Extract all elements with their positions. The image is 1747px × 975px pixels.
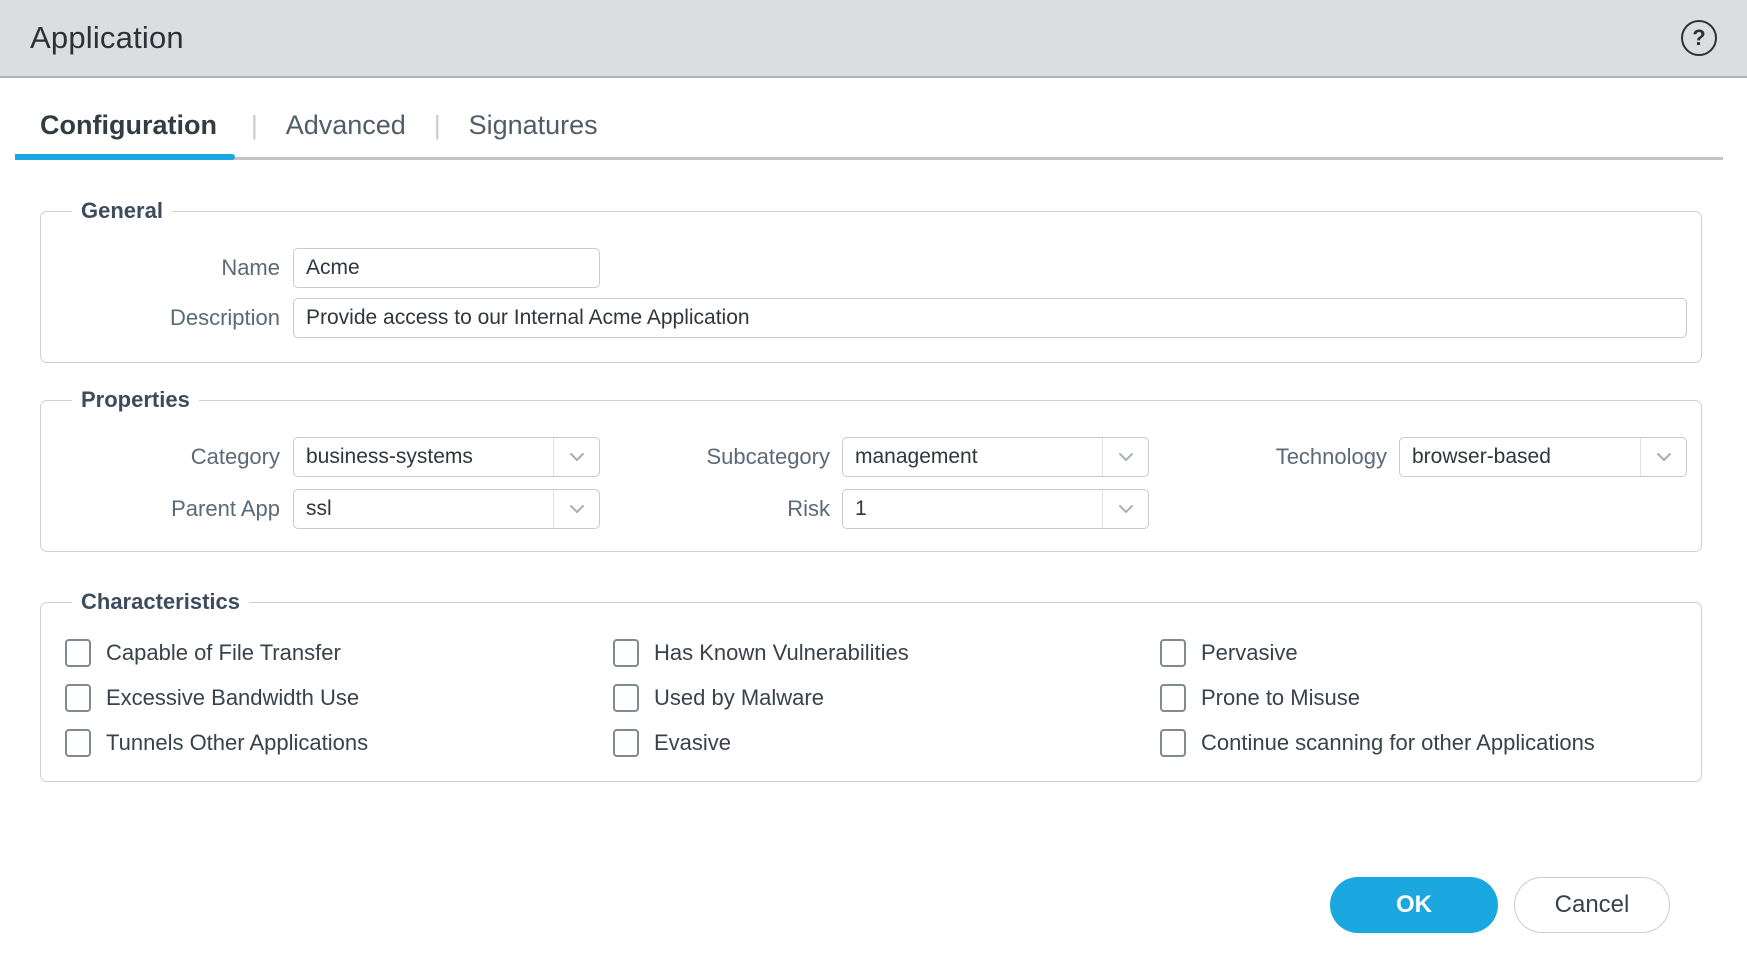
parent-app-select[interactable]: ssl [293,489,600,529]
checkbox-input[interactable] [65,639,91,667]
tab-advanced[interactable]: Advanced [278,110,414,141]
tab-bar: Configuration | Advanced | Signatures [15,78,1723,160]
general-legend: General [72,198,172,224]
technology-label: Technology [1149,444,1387,470]
checkbox-excessive-bandwidth-use[interactable]: Excessive Bandwidth Use [65,684,613,712]
cancel-button[interactable]: Cancel [1514,877,1670,933]
subcategory-label: Subcategory [600,444,830,470]
properties-section: Properties Category business-systems Sub… [40,387,1702,552]
checkbox-has-known-vulnerabilities[interactable]: Has Known Vulnerabilities [613,639,1160,667]
checkbox-evasive[interactable]: Evasive [613,729,1160,757]
subcategory-select[interactable]: management [842,437,1149,477]
chevron-down-icon [553,490,599,528]
technology-select[interactable]: browser-based [1399,437,1687,477]
checkbox-pervasive[interactable]: Pervasive [1160,639,1687,667]
checkbox-used-by-malware[interactable]: Used by Malware [613,684,1160,712]
category-value: business-systems [294,445,553,469]
name-label: Name [61,255,280,281]
description-label: Description [61,305,280,331]
checkbox-input[interactable] [613,684,639,712]
characteristics-legend: Characteristics [72,589,249,615]
risk-value: 1 [843,497,1102,521]
tab-configuration[interactable]: Configuration [15,110,231,141]
tab-separator: | [434,110,441,141]
tab-separator: | [251,110,258,141]
parent-app-value: ssl [294,497,553,521]
checkbox-input[interactable] [65,684,91,712]
characteristics-section: Characteristics Capable of File Transfer… [40,589,1702,782]
chevron-down-icon [553,438,599,476]
tab-signatures[interactable]: Signatures [461,110,606,141]
page-title: Application [30,20,184,56]
name-input[interactable] [293,248,600,288]
parent-app-label: Parent App [61,496,280,522]
checkbox-tunnels-other-applications[interactable]: Tunnels Other Applications [65,729,613,757]
checkbox-capable-of-file-transfer[interactable]: Capable of File Transfer [65,639,613,667]
general-section: General Name Description [40,198,1702,363]
checkbox-continue-scanning[interactable]: Continue scanning for other Applications [1160,729,1687,757]
chevron-down-icon [1102,490,1148,528]
checkbox-input[interactable] [613,639,639,667]
checkbox-input[interactable] [613,729,639,757]
subcategory-value: management [843,445,1102,469]
checkbox-input[interactable] [1160,729,1186,757]
category-label: Category [61,444,280,470]
checkbox-prone-to-misuse[interactable]: Prone to Misuse [1160,684,1687,712]
risk-select[interactable]: 1 [842,489,1149,529]
checkbox-input[interactable] [65,729,91,757]
help-icon[interactable]: ? [1681,20,1717,56]
characteristics-grid: Capable of File Transfer Excessive Bandw… [61,639,1687,757]
configuration-panel: General Name Description Properties Cate… [0,198,1747,933]
dialog-header: Application ? [0,0,1747,78]
action-bar: OK Cancel [40,877,1702,933]
ok-button[interactable]: OK [1330,877,1498,933]
checkbox-input[interactable] [1160,639,1186,667]
risk-label: Risk [600,496,830,522]
technology-value: browser-based [1400,445,1640,469]
category-select[interactable]: business-systems [293,437,600,477]
description-input[interactable] [293,298,1687,338]
properties-legend: Properties [72,387,199,413]
chevron-down-icon [1102,438,1148,476]
checkbox-input[interactable] [1160,684,1186,712]
chevron-down-icon [1640,438,1686,476]
